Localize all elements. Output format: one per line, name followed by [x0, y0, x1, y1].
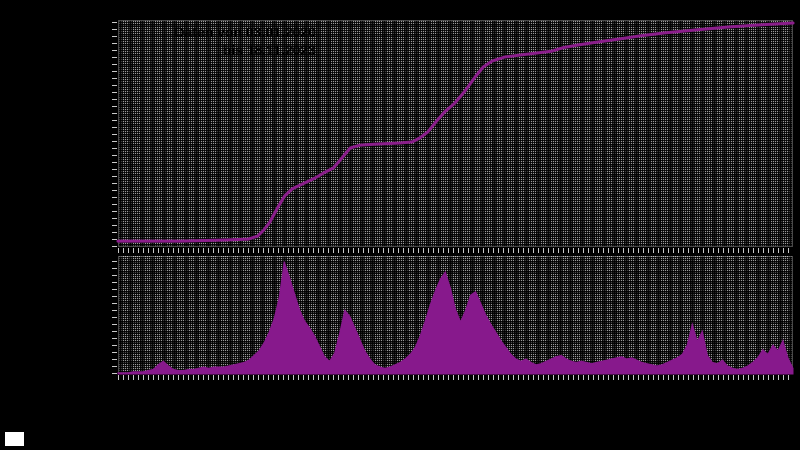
date-range-annotation: Daten von 03.01.2020 bis 18.11.2023 [146, 23, 316, 59]
daily-histogram-panel [117, 256, 794, 375]
top-chart-x-axis-ticks [118, 248, 793, 253]
top-chart-y-axis-ticks [112, 20, 117, 247]
bottom-chart-y-axis-ticks [112, 256, 117, 374]
bottom-chart-x-axis-ticks [118, 375, 793, 380]
chart-canvas: Daten von 03.01.2020 bis 18.11.2023 [0, 0, 800, 450]
date-range-line2: bis 18.11.2023 [222, 42, 316, 58]
daily-histogram-plot [117, 261, 794, 375]
cumulative-line-chart-panel: Daten von 03.01.2020 bis 18.11.2023 [116, 20, 795, 247]
watermark-block [5, 432, 24, 446]
date-range-line1: Daten von 03.01.2020 [174, 24, 316, 40]
